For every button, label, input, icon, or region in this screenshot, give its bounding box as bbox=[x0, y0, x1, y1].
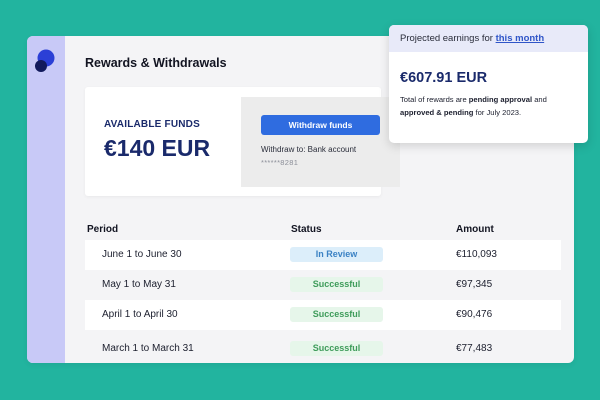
available-funds-label: AVAILABLE FUNDS bbox=[104, 119, 200, 130]
desc-emphasis-pending: pending approval bbox=[468, 95, 533, 104]
amount-cell: €110,093 bbox=[456, 249, 497, 260]
table-row[interactable]: April 1 to April 30 Successful €90,476 bbox=[85, 300, 561, 330]
projected-earnings-description: Total of rewards are pending approval an… bbox=[400, 93, 583, 119]
withdraw-panel: Withdraw funds Withdraw to: Bank account… bbox=[241, 97, 400, 187]
withdraw-destination: Withdraw to: Bank account bbox=[261, 145, 357, 154]
projected-earnings-card: Projected earnings for this month €607.9… bbox=[389, 25, 588, 143]
sidebar bbox=[27, 36, 65, 363]
brand-logo-icon[interactable] bbox=[34, 49, 56, 73]
period-cell: June 1 to June 30 bbox=[102, 249, 182, 260]
amount-cell: €90,476 bbox=[456, 309, 493, 320]
desc-text: for July 2023. bbox=[473, 108, 522, 117]
projected-earnings-header: Projected earnings for this month bbox=[389, 25, 588, 52]
amount-cell: €97,345 bbox=[456, 279, 493, 290]
desc-text: and bbox=[532, 95, 547, 104]
period-cell: May 1 to May 31 bbox=[102, 279, 176, 290]
this-month-link[interactable]: this month bbox=[496, 33, 545, 44]
available-funds-card: AVAILABLE FUNDS €140 EUR Withdraw funds … bbox=[85, 87, 400, 196]
table-row[interactable]: May 1 to May 31 Successful €97,345 bbox=[85, 270, 561, 300]
table-row[interactable]: June 1 to June 30 In Review €110,093 bbox=[85, 240, 561, 270]
status-badge: Successful bbox=[290, 277, 383, 292]
projected-earnings-amount: €607.91 EUR bbox=[400, 70, 488, 86]
desc-text: Total of rewards are bbox=[400, 95, 469, 104]
amount-cell: €77,483 bbox=[456, 343, 493, 354]
status-badge: Successful bbox=[290, 307, 383, 322]
projected-earnings-label: Projected earnings for bbox=[400, 33, 496, 44]
available-funds-amount: €140 EUR bbox=[104, 135, 211, 161]
status-badge: Successful bbox=[290, 341, 383, 356]
table-row[interactable]: March 1 to March 31 Successful €77,483 bbox=[85, 334, 561, 363]
period-cell: April 1 to April 30 bbox=[102, 309, 178, 320]
withdraw-funds-button[interactable]: Withdraw funds bbox=[261, 115, 380, 135]
column-header-period: Period bbox=[87, 224, 119, 235]
period-cell: March 1 to March 31 bbox=[102, 343, 194, 354]
status-badge: In Review bbox=[290, 247, 383, 262]
column-header-amount: Amount bbox=[456, 224, 494, 235]
desc-emphasis-approved: approved & pending bbox=[400, 108, 474, 117]
page-title: Rewards & Withdrawals bbox=[85, 56, 227, 70]
column-header-status: Status bbox=[291, 224, 322, 235]
account-number-masked: ******8281 bbox=[261, 158, 299, 167]
